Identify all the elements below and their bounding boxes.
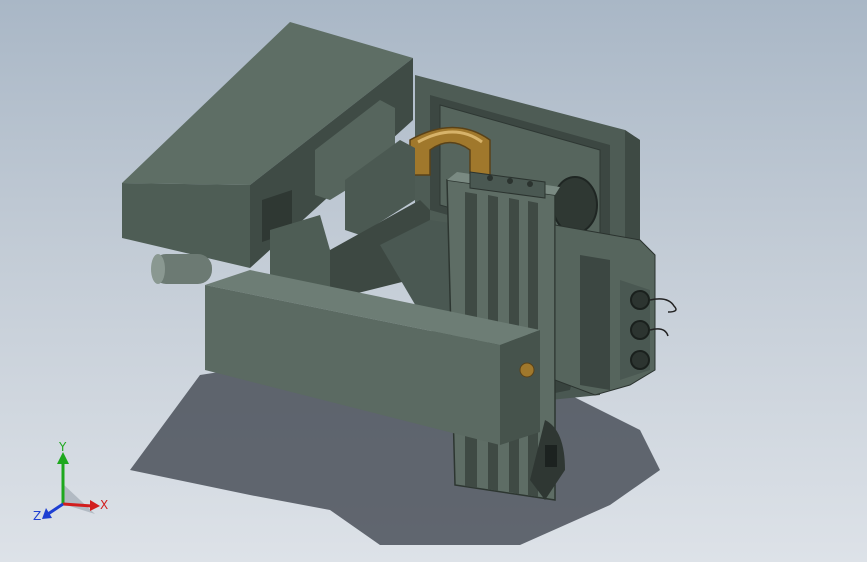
x-axis-arrow [90, 500, 100, 511]
x-axis-line [62, 502, 93, 508]
cad-model-view[interactable] [0, 0, 867, 562]
cylinder-rod[interactable] [151, 254, 212, 284]
bronze-bushing [519, 362, 535, 378]
y-axis-label: Y [58, 442, 67, 454]
x-axis-label: X [100, 498, 108, 512]
rear-hub[interactable] [552, 176, 598, 234]
z-axis-line [47, 502, 64, 516]
connector-port [630, 290, 650, 310]
axis-triad: Y X Z [33, 442, 108, 523]
connector-port [630, 320, 650, 340]
connector-port [630, 350, 650, 370]
cad-viewport[interactable]: Y X Z [0, 0, 867, 562]
z-axis-label: Z [33, 509, 41, 523]
